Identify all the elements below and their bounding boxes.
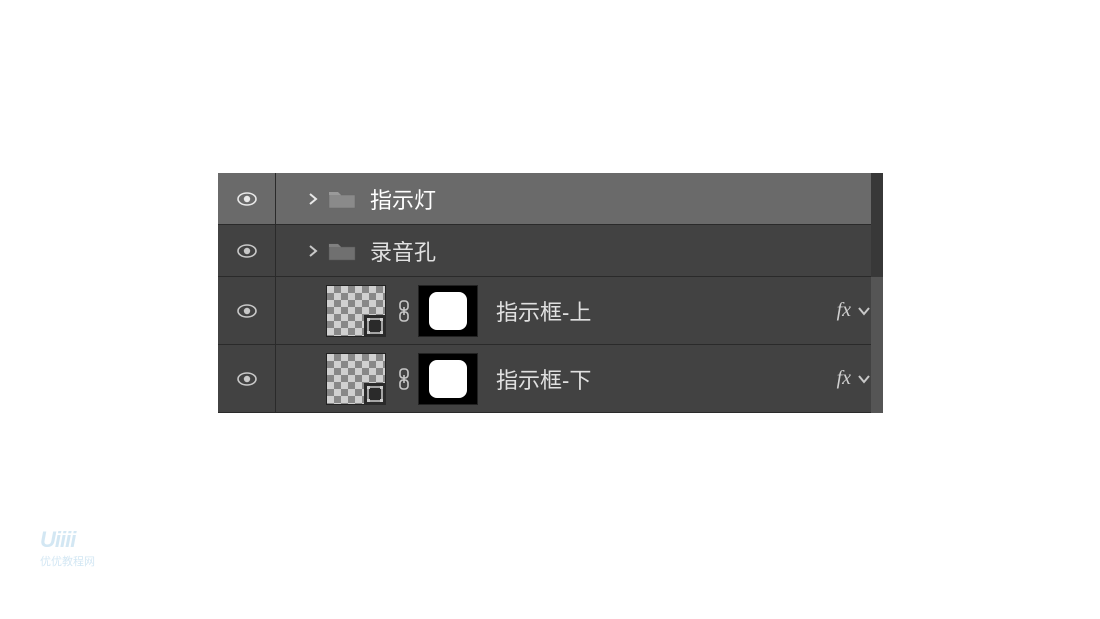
smart-object-badge-icon — [364, 315, 386, 337]
visibility-toggle[interactable] — [218, 277, 276, 344]
layer-mask-thumbnail[interactable] — [418, 353, 478, 405]
fx-label: fx — [837, 367, 851, 390]
smart-object-badge-icon — [364, 383, 386, 405]
visibility-toggle[interactable] — [218, 225, 276, 276]
layer-row-smart[interactable]: 指示框-上 fx — [218, 277, 883, 345]
eye-icon — [237, 192, 257, 206]
watermark-logo: Uiiii — [40, 527, 95, 553]
visibility-toggle[interactable] — [218, 173, 276, 224]
chevron-right-icon[interactable] — [306, 244, 320, 258]
layer-name[interactable]: 指示灯 — [370, 183, 436, 215]
eye-icon — [237, 372, 257, 386]
scrollbar-thumb[interactable] — [871, 277, 883, 413]
chevron-right-icon[interactable] — [306, 192, 320, 206]
eye-icon — [237, 304, 257, 318]
watermark: Uiiii 优优教程网 — [40, 527, 95, 569]
layer-thumbnail[interactable] — [326, 353, 386, 405]
fx-label: fx — [837, 299, 851, 322]
layer-content: 指示框-上 — [276, 277, 883, 344]
layer-name[interactable]: 指示框-上 — [496, 295, 591, 327]
watermark-subtitle: 优优教程网 — [40, 553, 95, 569]
layer-name[interactable]: 录音孔 — [370, 235, 436, 267]
layer-effects[interactable]: fx — [837, 367, 871, 390]
eye-icon — [237, 244, 257, 258]
link-icon[interactable] — [396, 368, 412, 390]
scrollbar-track — [871, 173, 883, 277]
layer-mask-thumbnail[interactable] — [418, 285, 478, 337]
layers-panel: 指示灯 录音孔 — [218, 173, 883, 413]
link-icon[interactable] — [396, 300, 412, 322]
layer-content: 录音孔 — [276, 225, 883, 276]
layer-content: 指示框-下 — [276, 345, 883, 412]
layer-row-group[interactable]: 录音孔 — [218, 225, 883, 277]
layer-row-smart[interactable]: 指示框-下 fx — [218, 345, 883, 413]
chevron-down-icon[interactable] — [857, 304, 871, 318]
layer-content: 指示灯 — [276, 173, 883, 224]
visibility-toggle[interactable] — [218, 345, 276, 412]
layer-name[interactable]: 指示框-下 — [496, 363, 591, 395]
layer-thumbnail[interactable] — [326, 285, 386, 337]
layer-effects[interactable]: fx — [837, 299, 871, 322]
folder-icon — [328, 188, 356, 210]
layer-row-group[interactable]: 指示灯 — [218, 173, 883, 225]
chevron-down-icon[interactable] — [857, 372, 871, 386]
folder-icon — [328, 240, 356, 262]
